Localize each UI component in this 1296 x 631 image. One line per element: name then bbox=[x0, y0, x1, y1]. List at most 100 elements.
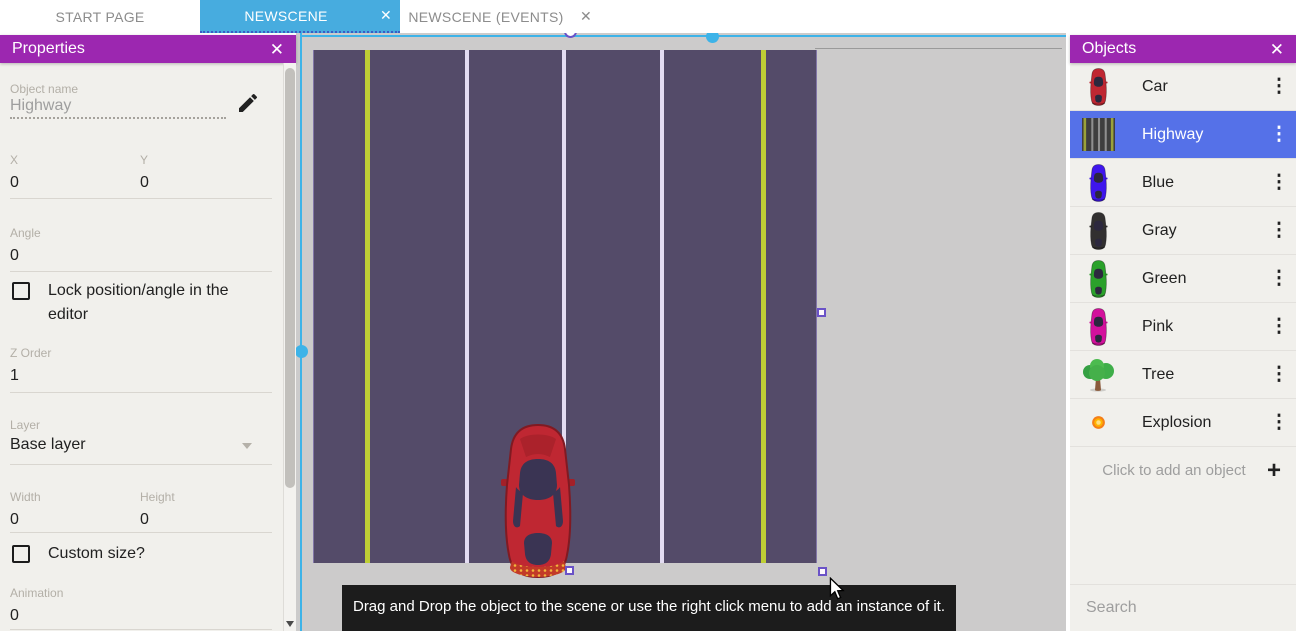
field-underline bbox=[10, 532, 272, 533]
kebab-menu-icon[interactable]: ⋮ bbox=[1262, 171, 1296, 194]
field-underline bbox=[10, 198, 272, 199]
car-icon bbox=[1078, 164, 1118, 202]
explosion-icon bbox=[1078, 415, 1118, 430]
add-object-label: Click to add an object bbox=[1070, 462, 1252, 479]
object-name-label: Object name bbox=[10, 82, 78, 96]
object-label: Blue bbox=[1142, 174, 1262, 192]
object-row-gray[interactable]: Gray ⋮ bbox=[1070, 207, 1296, 255]
height-label: Height bbox=[140, 490, 175, 504]
object-row-explosion[interactable]: Explosion ⋮ bbox=[1070, 399, 1296, 447]
kebab-menu-icon[interactable]: ⋮ bbox=[1262, 123, 1296, 146]
object-row-blue[interactable]: Blue ⋮ bbox=[1070, 159, 1296, 207]
kebab-menu-icon[interactable]: ⋮ bbox=[1262, 411, 1296, 434]
object-label: Green bbox=[1142, 270, 1262, 288]
scroll-down-icon[interactable] bbox=[286, 621, 294, 627]
kebab-menu-icon[interactable]: ⋮ bbox=[1262, 267, 1296, 290]
field-underline bbox=[10, 629, 272, 630]
scene-canvas[interactable]: Drag and Drop the object to the scene or… bbox=[296, 33, 1066, 631]
car-icon bbox=[1078, 260, 1118, 298]
layer-label: Layer bbox=[10, 418, 40, 432]
object-row-car[interactable]: Car ⋮ bbox=[1070, 63, 1296, 111]
tab-close-icon[interactable]: ✕ bbox=[572, 8, 600, 25]
scene-editor-window: START PAGE NEWSCENE ✕ NEWSCENE (EVENTS) … bbox=[0, 0, 1296, 631]
car-icon bbox=[1078, 308, 1118, 346]
properties-scrollbar-thumb[interactable] bbox=[285, 68, 295, 488]
properties-panel: Properties ✕ Object name X Y Angle Lock … bbox=[0, 35, 296, 631]
tab-newscene-events[interactable]: NEWSCENE (EVENTS) ✕ bbox=[400, 0, 600, 33]
canvas-hscrollbar-track[interactable] bbox=[300, 35, 1066, 37]
width-label: Width bbox=[10, 490, 41, 504]
kebab-menu-icon[interactable]: ⋮ bbox=[1262, 219, 1296, 242]
y-label: Y bbox=[140, 153, 148, 167]
selection-edge-line bbox=[815, 48, 1062, 49]
object-label: Gray bbox=[1142, 222, 1262, 240]
kebab-menu-icon[interactable]: ⋮ bbox=[1262, 315, 1296, 338]
chevron-down-icon[interactable] bbox=[242, 443, 252, 449]
car-icon bbox=[1078, 68, 1118, 106]
tree-icon bbox=[1078, 358, 1118, 392]
kebab-menu-icon[interactable]: ⋮ bbox=[1262, 75, 1296, 98]
resize-handle-right[interactable] bbox=[817, 308, 826, 317]
close-icon[interactable]: ✕ bbox=[270, 41, 284, 58]
properties-scrollbar[interactable] bbox=[283, 63, 296, 631]
edit-pencil-icon[interactable] bbox=[236, 91, 260, 115]
layer-select[interactable]: Base layer bbox=[10, 436, 86, 454]
object-search bbox=[1070, 584, 1296, 631]
tab-label: NEWSCENE (EVENTS) bbox=[400, 9, 572, 25]
angle-input[interactable] bbox=[10, 244, 260, 268]
close-icon[interactable]: ✕ bbox=[1270, 41, 1284, 58]
animation-input[interactable] bbox=[10, 604, 260, 628]
lock-position-checkbox[interactable] bbox=[12, 282, 30, 300]
canvas-vscrollbar-track[interactable] bbox=[300, 33, 302, 631]
tab-label: NEWSCENE bbox=[200, 8, 372, 24]
tab-start-page[interactable]: START PAGE bbox=[0, 0, 200, 33]
tab-newscene[interactable]: NEWSCENE ✕ bbox=[200, 0, 400, 33]
add-object-button[interactable]: Click to add an object + bbox=[1070, 447, 1296, 494]
field-underline bbox=[10, 271, 272, 272]
lane-line-yellow bbox=[365, 50, 370, 563]
object-row-green[interactable]: Green ⋮ bbox=[1070, 255, 1296, 303]
x-input[interactable] bbox=[10, 171, 120, 195]
tab-bar: START PAGE NEWSCENE ✕ NEWSCENE (EVENTS) … bbox=[0, 0, 1296, 33]
custom-size-label: Custom size? bbox=[48, 542, 145, 566]
lock-position-label: Lock position/angle in the editor bbox=[48, 279, 238, 327]
height-input[interactable] bbox=[140, 508, 260, 532]
plus-icon: + bbox=[1252, 457, 1296, 485]
object-label: Highway bbox=[1142, 126, 1262, 144]
kebab-menu-icon[interactable]: ⋮ bbox=[1262, 363, 1296, 386]
tab-close-icon[interactable]: ✕ bbox=[372, 7, 400, 24]
car-icon bbox=[1078, 212, 1118, 250]
rotate-handle[interactable] bbox=[564, 33, 577, 38]
object-list: Car ⋮ Highway ⋮ Blue ⋮ Gray ⋮ bbox=[1070, 63, 1296, 447]
object-row-pink[interactable]: Pink ⋮ bbox=[1070, 303, 1296, 351]
drag-drop-tooltip: Drag and Drop the object to the scene or… bbox=[342, 585, 956, 631]
canvas-vscrollbar-thumb[interactable] bbox=[296, 345, 308, 358]
object-label: Explosion bbox=[1142, 414, 1262, 432]
objects-panel: Objects ✕ Car ⋮ Highway ⋮ Blue ⋮ bbox=[1070, 35, 1296, 631]
lane-line-white bbox=[465, 50, 469, 563]
field-underline bbox=[10, 464, 272, 465]
field-underline bbox=[10, 392, 272, 393]
canvas-hscrollbar-thumb[interactable] bbox=[706, 33, 719, 43]
properties-panel-title: Properties bbox=[12, 40, 85, 58]
resize-handle-bottom[interactable] bbox=[565, 566, 574, 575]
width-input[interactable] bbox=[10, 508, 120, 532]
object-row-tree[interactable]: Tree ⋮ bbox=[1070, 351, 1296, 399]
object-label: Pink bbox=[1142, 318, 1262, 336]
lane-line-yellow bbox=[761, 50, 766, 563]
custom-size-checkbox[interactable] bbox=[12, 545, 30, 563]
object-row-highway[interactable]: Highway ⋮ bbox=[1070, 111, 1296, 159]
animation-label: Animation bbox=[10, 586, 63, 600]
mouse-cursor bbox=[828, 577, 845, 600]
angle-label: Angle bbox=[10, 226, 41, 240]
resize-handle-corner[interactable] bbox=[818, 567, 827, 576]
z-order-input[interactable] bbox=[10, 364, 260, 388]
object-label: Tree bbox=[1142, 366, 1262, 384]
x-label: X bbox=[10, 153, 18, 167]
car-instance[interactable] bbox=[500, 423, 576, 579]
tab-label: START PAGE bbox=[0, 9, 200, 25]
object-name-input[interactable] bbox=[10, 95, 226, 119]
y-input[interactable] bbox=[140, 171, 260, 195]
search-input[interactable] bbox=[1084, 598, 1295, 618]
highway-icon bbox=[1078, 118, 1118, 151]
